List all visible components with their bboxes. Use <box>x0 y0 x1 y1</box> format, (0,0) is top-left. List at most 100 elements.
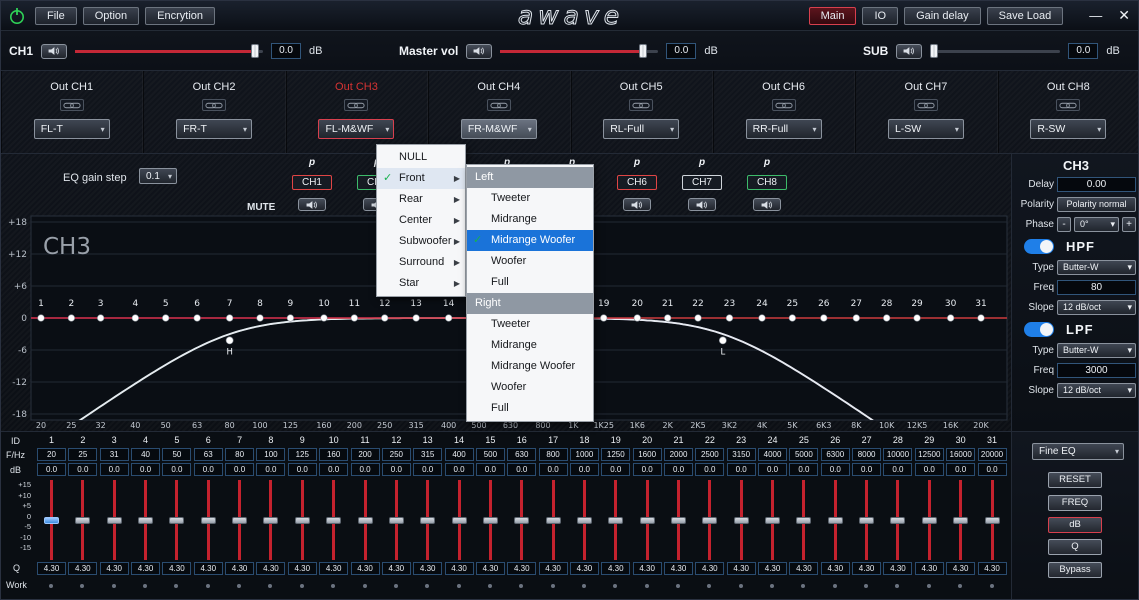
slider-handle[interactable] <box>577 517 592 524</box>
slider-handle[interactable] <box>169 517 184 524</box>
slider-handle[interactable] <box>546 517 561 524</box>
band-q-cell[interactable]: 4.30 <box>288 562 317 575</box>
band-gain-cell[interactable]: 0.0 <box>978 463 1007 476</box>
band-point-11[interactable] <box>351 315 358 322</box>
band-freq-cell[interactable]: 31 <box>100 448 129 461</box>
band-point-21[interactable] <box>664 315 671 322</box>
band-freq-cell[interactable]: 315 <box>413 448 442 461</box>
ch1-volume-value[interactable]: 0.0 <box>271 43 301 59</box>
band-q-cell[interactable]: 4.30 <box>883 562 912 575</box>
output-mode-dropdown[interactable]: R-SW▾ <box>1030 119 1106 139</box>
eq-channel-button-ch8[interactable]: CH8 <box>747 175 787 190</box>
slider-handle[interactable] <box>251 44 259 58</box>
band-freq-cell[interactable]: 100 <box>256 448 285 461</box>
slider-handle[interactable] <box>953 517 968 524</box>
band-point-26[interactable] <box>821 315 828 322</box>
slider-handle[interactable] <box>608 517 623 524</box>
band-point-28[interactable] <box>883 315 890 322</box>
sub-volume-slider[interactable] <box>930 44 1060 58</box>
phase-value-dropdown[interactable]: 0°▾ <box>1074 217 1119 232</box>
link-channels-icon[interactable] <box>772 99 796 111</box>
band-point-24[interactable] <box>759 315 766 322</box>
band-freq-cell[interactable]: 400 <box>445 448 474 461</box>
band-gain-cell[interactable]: 0.0 <box>727 463 756 476</box>
output-mode-dropdown[interactable]: RR-Full▾ <box>746 119 822 139</box>
submenu-item-midrange-woofer[interactable]: ✓Midrange Woofer <box>467 230 593 251</box>
band-freq-cell[interactable]: 80 <box>225 448 254 461</box>
band-gain-cell[interactable]: 0.0 <box>68 463 97 476</box>
band-q-cell[interactable]: 4.30 <box>476 562 505 575</box>
delay-input[interactable]: 0.00 <box>1057 177 1136 192</box>
slider-handle[interactable] <box>107 517 122 524</box>
link-channels-icon[interactable] <box>60 99 84 111</box>
band-q-cell[interactable]: 4.30 <box>915 562 944 575</box>
band-point-13[interactable] <box>413 315 420 322</box>
band-q-cell[interactable]: 4.30 <box>37 562 66 575</box>
slider-handle[interactable] <box>263 517 278 524</box>
band-q-cell[interactable]: 4.30 <box>382 562 411 575</box>
band-q-cell[interactable]: 4.30 <box>413 562 442 575</box>
slider-handle[interactable] <box>452 517 467 524</box>
band-q-cell[interactable]: 4.30 <box>570 562 599 575</box>
sub-mute-button[interactable] <box>896 44 922 59</box>
submenu-item-midrange[interactable]: Midrange <box>467 335 593 356</box>
slider-handle[interactable] <box>420 517 435 524</box>
band-q-cell[interactable]: 4.30 <box>68 562 97 575</box>
slider-handle[interactable] <box>985 517 1000 524</box>
band-q-cell[interactable]: 4.30 <box>821 562 850 575</box>
band-q-cell[interactable]: 4.30 <box>225 562 254 575</box>
band-point-23[interactable] <box>726 315 733 322</box>
band-freq-cell[interactable]: 125 <box>288 448 317 461</box>
band-freq-cell[interactable]: 200 <box>351 448 380 461</box>
output-mode-dropdown[interactable]: FR-T▾ <box>176 119 252 139</box>
output-mode-dropdown[interactable]: L-SW▾ <box>888 119 964 139</box>
channel-mute-button-ch1[interactable] <box>298 198 326 211</box>
channel-mute-button-ch6[interactable] <box>623 198 651 211</box>
phase-minus-button[interactable]: - <box>1057 217 1071 232</box>
output-mode-dropdown[interactable]: RL-Full▾ <box>603 119 679 139</box>
reset-button[interactable]: RESET <box>1048 472 1102 488</box>
band-point-31[interactable] <box>978 315 985 322</box>
band-freq-cell[interactable]: 63 <box>194 448 223 461</box>
hpf-type-dropdown[interactable]: Butter-W▾ <box>1057 260 1136 275</box>
band-freq-cell[interactable]: 3150 <box>727 448 756 461</box>
freq-button[interactable]: FREQ <box>1048 495 1102 511</box>
band-gain-cell[interactable]: 0.0 <box>256 463 285 476</box>
bypass-button[interactable]: Bypass <box>1048 562 1102 578</box>
band-gain-cell[interactable]: 0.0 <box>507 463 536 476</box>
master-volume-slider[interactable] <box>500 44 658 58</box>
channel-mute-button-ch8[interactable] <box>753 198 781 211</box>
band-gain-cell[interactable]: 0.0 <box>476 463 505 476</box>
band-gain-cell[interactable]: 0.0 <box>351 463 380 476</box>
band-gain-cell[interactable]: 0.0 <box>319 463 348 476</box>
io-view-button[interactable]: IO <box>862 7 898 25</box>
menu-item-surround[interactable]: Surround▶ <box>377 252 465 273</box>
band-gain-cell[interactable]: 0.0 <box>915 463 944 476</box>
hpf-crossover-handle[interactable] <box>226 337 233 344</box>
option-menu-button[interactable]: Option <box>83 7 139 25</box>
lpf-freq-input[interactable]: 3000 <box>1057 363 1136 378</box>
band-point-27[interactable] <box>853 315 860 322</box>
band-q-cell[interactable]: 4.30 <box>664 562 693 575</box>
band-point-3[interactable] <box>97 315 104 322</box>
band-freq-cell[interactable]: 160 <box>319 448 348 461</box>
band-gain-cell[interactable]: 0.0 <box>413 463 442 476</box>
band-gain-cell[interactable]: 0.0 <box>288 463 317 476</box>
band-gain-cell[interactable]: 0.0 <box>445 463 474 476</box>
band-gain-cell[interactable]: 0.0 <box>37 463 66 476</box>
band-freq-cell[interactable]: 16000 <box>946 448 975 461</box>
band-freq-cell[interactable]: 1000 <box>570 448 599 461</box>
band-freq-cell[interactable]: 8000 <box>852 448 881 461</box>
slider-handle[interactable] <box>295 517 310 524</box>
band-point-8[interactable] <box>257 315 264 322</box>
band-q-cell[interactable]: 4.30 <box>633 562 662 575</box>
band-q-cell[interactable]: 4.30 <box>539 562 568 575</box>
band-point-12[interactable] <box>381 315 388 322</box>
submenu-item-woofer[interactable]: Woofer <box>467 377 593 398</box>
band-q-cell[interactable]: 4.30 <box>100 562 129 575</box>
band-q-cell[interactable]: 4.30 <box>445 562 474 575</box>
output-mode-dropdown[interactable]: FL-T▾ <box>34 119 110 139</box>
power-icon[interactable] <box>7 6 27 26</box>
link-channels-icon[interactable] <box>629 99 653 111</box>
menu-item-rear[interactable]: Rear▶ <box>377 189 465 210</box>
